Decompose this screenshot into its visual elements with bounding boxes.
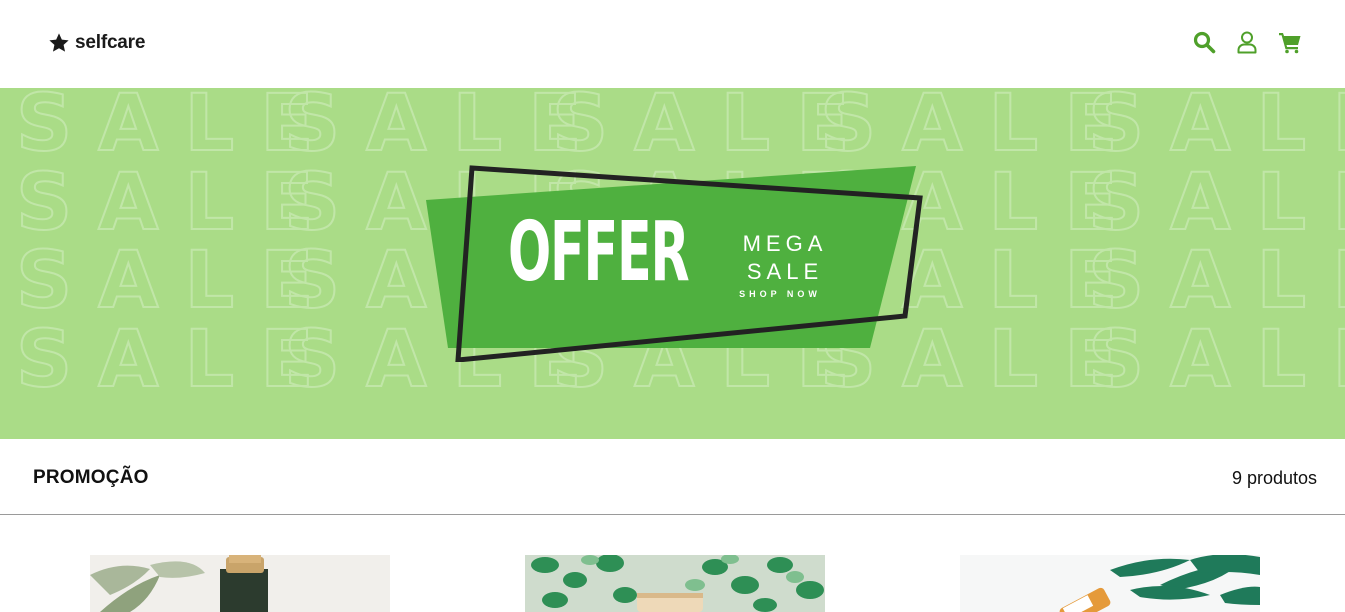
product-card[interactable] — [90, 555, 390, 612]
shop-now-link[interactable]: SHOP NOW — [720, 289, 840, 299]
product-card[interactable] — [525, 555, 825, 612]
promo-banner[interactable]: SALESALESALESALESALESALESALESALESALESALE… — [0, 88, 1345, 439]
section-header: PROMOÇÃO 9 produtos — [0, 439, 1345, 515]
product-card[interactable] — [960, 555, 1260, 612]
offer-badge: OFFER MEGA SALE SHOP NOW — [420, 162, 930, 362]
logo[interactable]: selfcare — [48, 32, 145, 54]
logo-text: selfcare — [75, 32, 146, 53]
cart-icon[interactable] — [1278, 30, 1302, 54]
sale-pattern-word: SALE — [1088, 315, 1345, 405]
product-bottle-leaves-image — [960, 555, 1260, 612]
product-bottle-image — [90, 555, 390, 612]
product-jar-plants-image — [525, 555, 825, 612]
mega-line-1: MEGA — [742, 231, 828, 256]
user-icon[interactable] — [1235, 30, 1259, 54]
sale-pattern-word: SALE — [1088, 236, 1345, 326]
offer-text: OFFER — [508, 205, 690, 300]
site-header: selfcare — [0, 0, 1345, 88]
section-title: PROMOÇÃO — [33, 467, 149, 488]
sale-pattern-word: SALE — [1088, 88, 1345, 169]
header-actions — [1173, 30, 1302, 54]
search-icon[interactable] — [1192, 30, 1216, 54]
product-count: 9 produtos — [1231, 468, 1317, 488]
mega-line-2: SALE — [746, 259, 824, 284]
sale-pattern-word: SALE — [1088, 158, 1345, 248]
mega-sale-text: MEGA SALE — [725, 230, 845, 286]
star-icon — [48, 32, 70, 54]
